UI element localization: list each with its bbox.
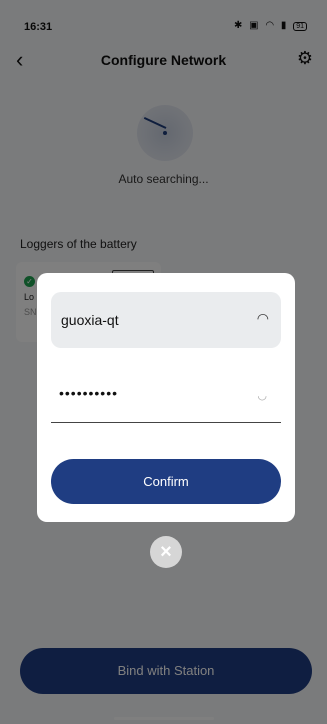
confirm-button[interactable]: Confirm: [51, 459, 281, 504]
close-icon[interactable]: ×: [150, 536, 182, 568]
wifi-config-dialog: guoxia-qt ◠ •••••••••• ◡ Confirm: [37, 273, 295, 522]
password-field[interactable]: •••••••••• ◡: [51, 371, 281, 423]
wifi-icon: ◠: [256, 310, 269, 326]
ssid-field[interactable]: guoxia-qt ◠: [51, 292, 281, 348]
eye-closed-icon[interactable]: ◡: [257, 389, 267, 402]
password-value: ••••••••••: [59, 385, 119, 401]
ssid-value: guoxia-qt: [61, 312, 119, 328]
